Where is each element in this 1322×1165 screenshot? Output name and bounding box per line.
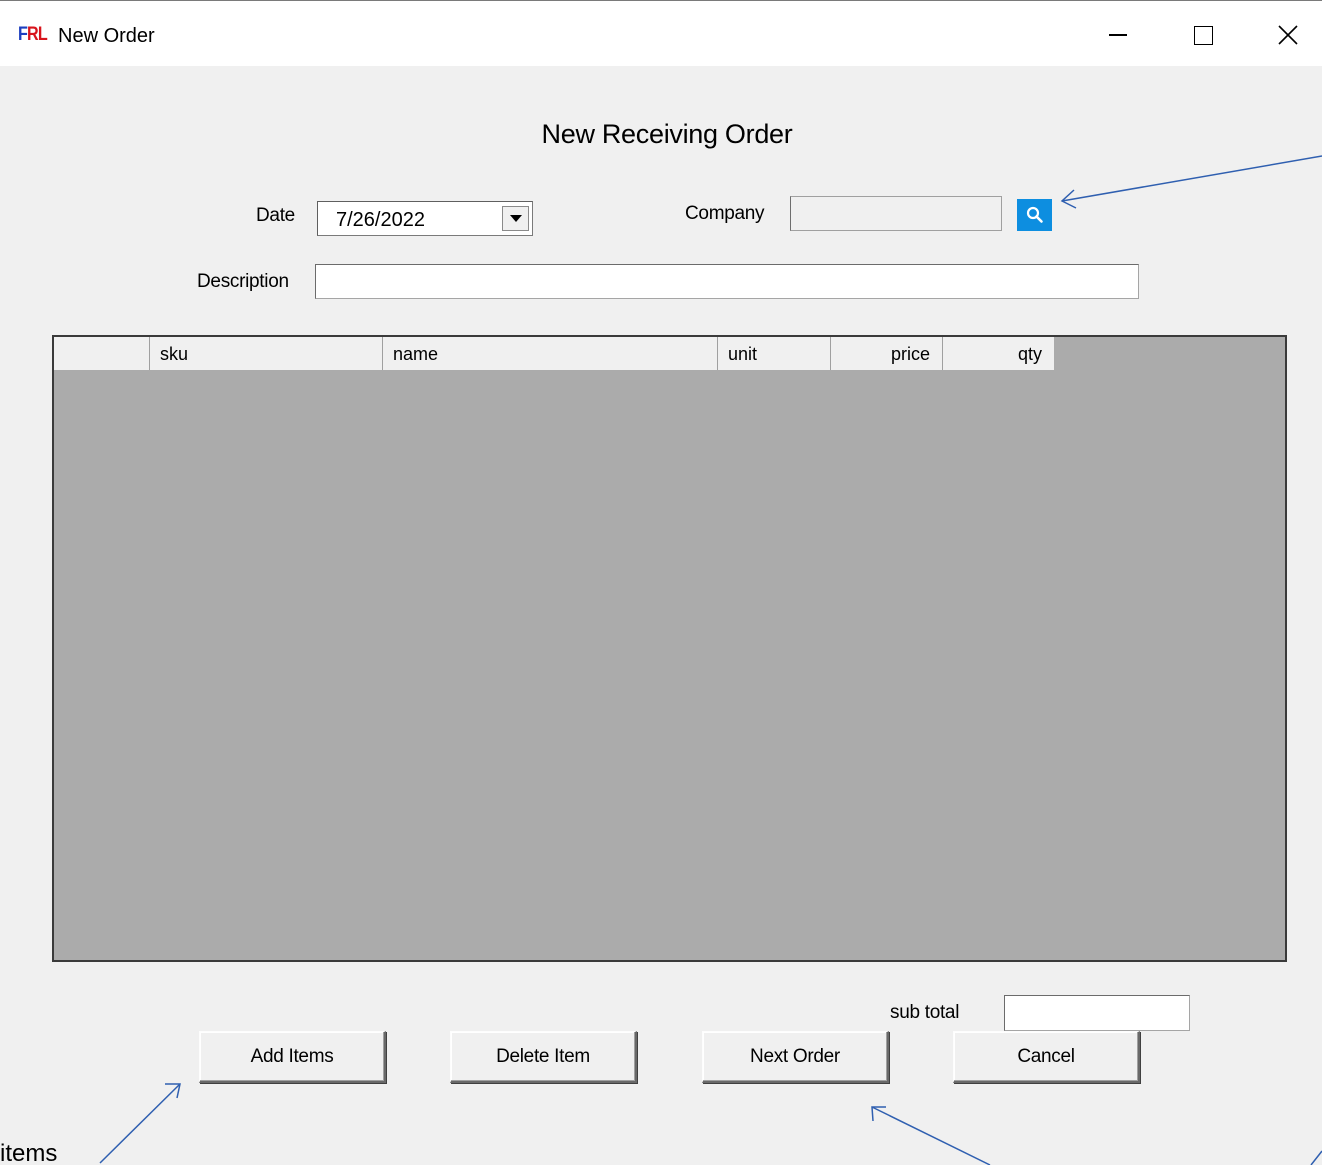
close-button[interactable] <box>1265 15 1311 55</box>
column-header-qty[interactable]: qty <box>943 337 1054 370</box>
date-picker[interactable]: 7/26/2022 <box>317 201 533 236</box>
column-header-name[interactable]: name <box>383 337 718 370</box>
column-header-sku[interactable]: sku <box>150 337 383 370</box>
annotation-items-text: items <box>0 1140 58 1165</box>
new-order-window: FRL New Order New Receiving Order Date 7… <box>0 0 1322 1165</box>
row-header-column[interactable] <box>54 337 150 370</box>
company-label: Company <box>685 203 765 224</box>
add-items-button[interactable]: Add Items <box>199 1031 386 1083</box>
column-header-unit[interactable]: unit <box>718 337 831 370</box>
items-grid[interactable]: sku name unit price qty <box>52 335 1287 962</box>
subtotal-field[interactable] <box>1004 995 1190 1031</box>
date-value: 7/26/2022 <box>336 209 425 231</box>
form-title: New Receiving Order <box>541 119 793 149</box>
date-label: Date <box>256 205 295 226</box>
next-order-button[interactable]: Next Order <box>702 1031 889 1083</box>
app-logo-icon: FRL <box>18 24 48 45</box>
delete-item-button[interactable]: Delete Item <box>450 1031 637 1083</box>
annotation-arrow-head <box>871 1106 886 1122</box>
annotation-arrow-head <box>1060 189 1077 209</box>
close-icon <box>1278 25 1298 45</box>
annotation-arrow-head <box>165 1083 181 1099</box>
annotation-arrow <box>871 1106 991 1165</box>
title-bar[interactable]: FRL New Order <box>0 0 1322 66</box>
column-header-price[interactable]: price <box>831 337 943 370</box>
maximize-icon <box>1193 25 1213 45</box>
description-field[interactable] <box>315 264 1139 299</box>
minimize-button[interactable] <box>1095 15 1141 55</box>
maximize-button[interactable] <box>1180 15 1226 55</box>
annotation-arrow <box>99 1083 181 1164</box>
cancel-button[interactable]: Cancel <box>953 1031 1140 1083</box>
grid-header: sku name unit price qty <box>54 337 1054 370</box>
date-dropdown-button[interactable] <box>502 206 529 231</box>
search-icon <box>1026 206 1043 223</box>
resize-grip <box>1310 1150 1322 1165</box>
description-label: Description <box>197 271 289 292</box>
minimize-icon <box>1109 34 1127 36</box>
company-search-button[interactable] <box>1017 199 1052 231</box>
window-title: New Order <box>58 25 155 47</box>
company-field[interactable] <box>790 196 1002 231</box>
annotation-arrow <box>1061 155 1322 202</box>
chevron-down-icon <box>509 215 522 222</box>
subtotal-label: sub total <box>890 1002 960 1023</box>
